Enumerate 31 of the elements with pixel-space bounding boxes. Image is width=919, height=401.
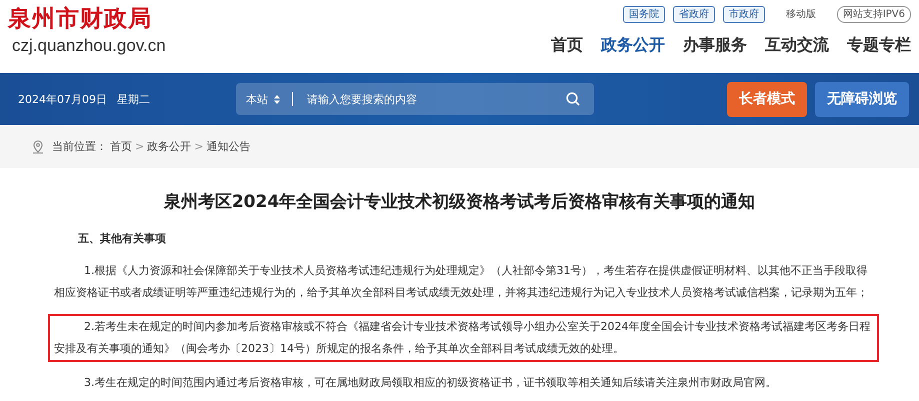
sort-icon: [274, 94, 280, 104]
nav-tab[interactable]: 首页: [551, 35, 583, 56]
nav-tab[interactable]: 专题专栏: [847, 35, 911, 56]
top-link[interactable]: 国务院: [622, 6, 665, 23]
location-icon: [32, 140, 44, 154]
weekday-text: 星期二: [117, 92, 150, 106]
breadcrumb-separator: >: [194, 140, 204, 153]
nav-tab[interactable]: 互动交流: [765, 35, 829, 56]
breadcrumb-link[interactable]: 首页: [110, 139, 132, 154]
breadcrumb-link[interactable]: 通知公告: [206, 139, 250, 154]
section-heading: 五、其他有关事项: [77, 231, 167, 246]
scope-select[interactable]: 本站: [246, 92, 268, 106]
article-paragraph: 1.根据《人力资源和社会保障部关于专业技术人员资格考试违纪违规行为处理规定》（人社部令第31号），考生若存在提供虚假证明材料、以其他不正当手段取得相应资格证书或者成绩证明等严重违纪违规行为的，给予其单次全部科目考试成绩无效处理，并将其违纪违规行为记入专业技术人员资格考试诚信档案，记录期为五年；: [53, 263, 869, 301]
site-domain: czj.quanzhou.gov.cn: [12, 36, 166, 56]
top-link[interactable]: 省政府: [672, 6, 715, 23]
top-link[interactable]: 网站支持IPV6: [836, 6, 911, 23]
date-text: 2024年07月09日: [18, 92, 107, 106]
article-paragraph: 2.若考生未在规定的时间内参加考后资格审核或不符合《福建省会计专业技术资格考试领导小组办公室关于2024年度全国会计专业技术资格考试福建考区考务日程安排及有关事项的通知》（闽会考办〔2023〕14号）所规定的报名条件，给予其单次全部科目考试成绩无效的处理。: [48, 314, 879, 362]
article-paragraph: 3.考生在规定的时间范围内通过考后资格审核，可在属地财政局领取相应的初级资格证书，证书领取等相关通知后续请关注泉州市财政局官网。: [83, 375, 778, 391]
mode-button[interactable]: 无障碍浏览: [815, 82, 909, 116]
top-link[interactable]: 移动版: [780, 7, 821, 22]
breadcrumb-label: 当前位置：: [52, 139, 107, 154]
search-icon[interactable]: [566, 92, 580, 106]
search-field[interactable]: 本站 请输入您要搜索的内容: [236, 83, 594, 115]
breadcrumb-link[interactable]: 政务公开: [147, 139, 192, 154]
nav-tab[interactable]: 办事服务: [683, 35, 747, 56]
top-link[interactable]: 市政府: [722, 6, 765, 23]
site-name[interactable]: 泉州市财政局: [8, 6, 166, 32]
article-title: 泉州考区2024年全国会计专业技术初级资格考试考后资格审核有关事项的通知: [162, 191, 756, 213]
nav-tab[interactable]: 政务公开: [601, 35, 665, 56]
breadcrumb-separator: >: [135, 140, 144, 153]
